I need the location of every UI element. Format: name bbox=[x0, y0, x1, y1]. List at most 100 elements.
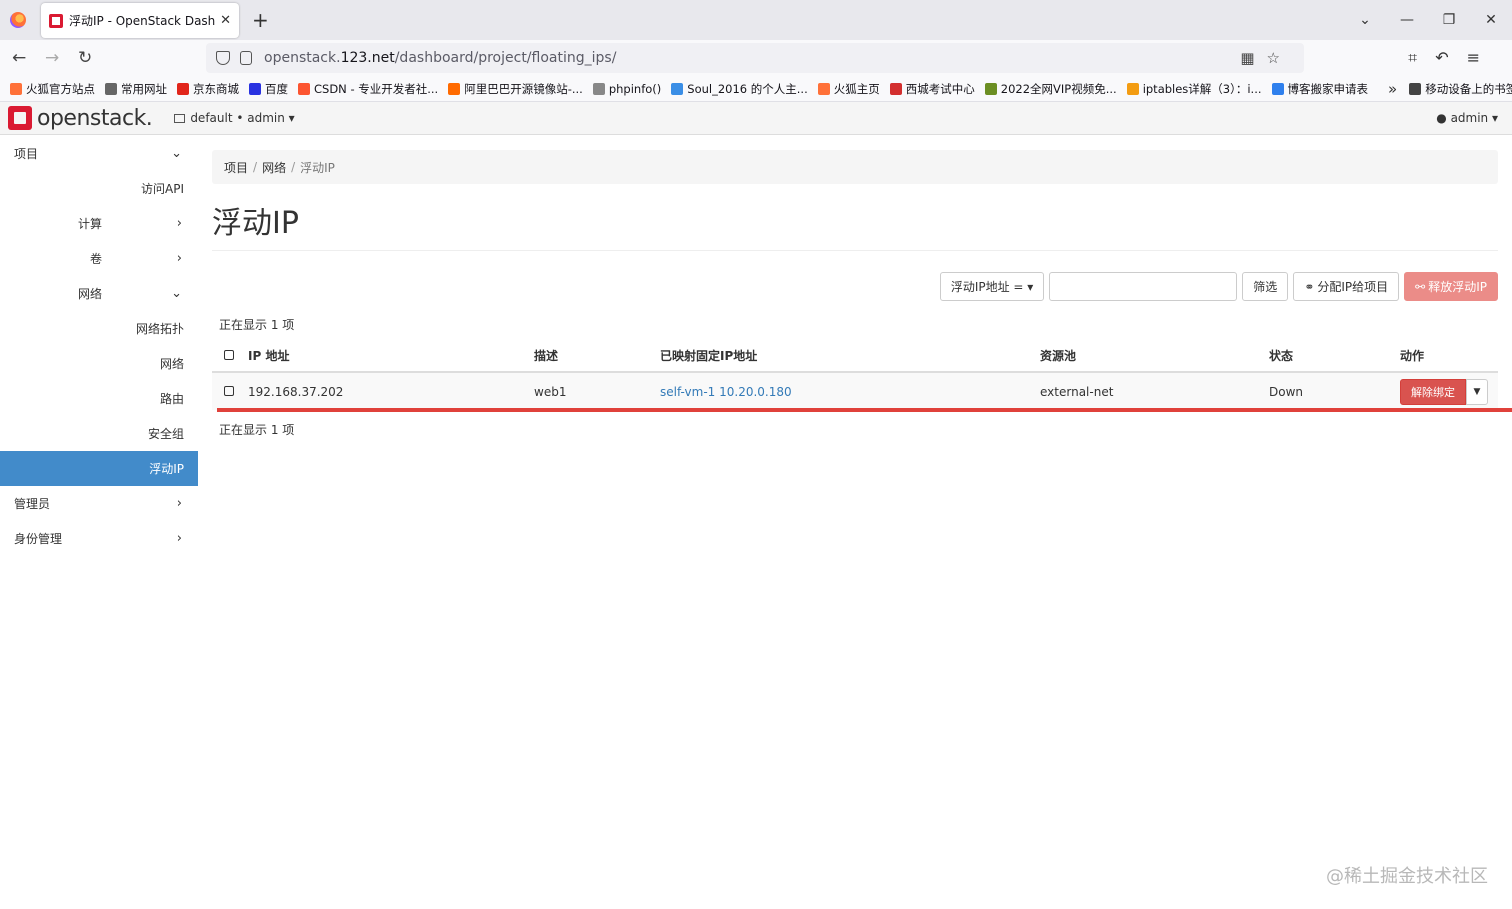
column-header-ip[interactable]: IP 地址 bbox=[248, 340, 534, 373]
tab-list-icon[interactable]: ⌄ bbox=[1344, 12, 1386, 28]
column-header-status[interactable]: 状态 bbox=[1269, 340, 1400, 373]
browser-tab[interactable]: 浮动IP - OpenStack Dashboard ✕ bbox=[41, 3, 239, 38]
restore-icon[interactable]: ❐ bbox=[1428, 12, 1470, 28]
openstack-favicon-icon bbox=[49, 13, 63, 28]
breadcrumb-project[interactable]: 项目 bbox=[224, 159, 248, 176]
filter-button[interactable]: 筛选 bbox=[1242, 272, 1289, 301]
sidebar-item-admin[interactable]: 管理员 › bbox=[0, 486, 198, 521]
bookmark-item[interactable]: 火狐官方站点 bbox=[10, 81, 95, 97]
qr-code-icon[interactable]: ▦ bbox=[1240, 49, 1266, 67]
bookmark-item[interactable]: 常用网址 bbox=[105, 81, 167, 97]
sidebar-item-network[interactable]: 网络 ⌄ bbox=[0, 276, 198, 311]
sidebar-item-networks[interactable]: 网络 bbox=[0, 346, 198, 381]
bookmark-star-icon[interactable]: ☆ bbox=[1267, 49, 1292, 67]
sidebar-item-label: 网络 bbox=[77, 287, 102, 301]
breadcrumb-network[interactable]: 网络 bbox=[262, 159, 286, 176]
select-all-checkbox[interactable] bbox=[224, 349, 234, 360]
url-text[interactable]: openstack.123.net/dashboard/project/floa… bbox=[264, 50, 616, 66]
bookmark-label: 移动设备上的书签 bbox=[1425, 81, 1512, 96]
filter-field-select[interactable]: 浮动IP地址 = ▾ bbox=[939, 272, 1045, 301]
disassociate-button[interactable]: 解除绑定 bbox=[1400, 378, 1466, 405]
bookmark-item[interactable]: 京东商城 bbox=[177, 81, 239, 97]
tab-close-icon[interactable]: ✕ bbox=[220, 13, 231, 28]
bookmark-favicon-icon bbox=[1271, 82, 1284, 95]
openstack-logo[interactable]: openstack. bbox=[8, 106, 153, 131]
bookmark-item[interactable]: phpinfo() bbox=[592, 81, 662, 96]
sidebar-item-label: 访问API bbox=[141, 182, 184, 196]
bookmark-item[interactable]: iptables详解（3）：i... bbox=[1126, 81, 1262, 97]
screenshot-icon[interactable]: ⌗ bbox=[1408, 48, 1435, 67]
new-tab-icon[interactable]: + bbox=[252, 8, 269, 32]
tab-title: 浮动IP - OpenStack Dashboard bbox=[69, 14, 216, 28]
sidebar-item-label: 管理员 bbox=[14, 497, 51, 511]
bookmark-item[interactable]: 百度 bbox=[249, 81, 288, 97]
sidebar-item-compute[interactable]: 计算 › bbox=[0, 206, 198, 241]
bookmarks-bar: 火狐官方站点 常用网址 京东商城 百度 CSDN - 专业开发者社... 阿里巴巴开源镜像… bbox=[0, 76, 1512, 102]
bookmark-item[interactable]: 火狐主页 bbox=[817, 81, 880, 97]
shield-icon[interactable] bbox=[216, 51, 230, 65]
bookmark-item[interactable]: 移动设备上的书签 bbox=[1409, 81, 1512, 97]
bookmark-item[interactable]: Soul_2016 的个人主... bbox=[671, 81, 808, 97]
menu-icon[interactable]: ≡ bbox=[1467, 48, 1498, 67]
cell-pool: external-net bbox=[1040, 372, 1269, 410]
openstack-header: openstack. default • admin ▾ ● admin ▾ bbox=[0, 102, 1512, 135]
bookmark-favicon-icon bbox=[889, 82, 902, 95]
url-bar[interactable]: openstack.123.net/dashboard/project/floa… bbox=[206, 43, 1304, 73]
sidebar-item-label: 网络 bbox=[159, 357, 184, 371]
bookmark-item[interactable]: 2022全网VIP视频免... bbox=[984, 81, 1117, 97]
sidebar-item-identity[interactable]: 身份管理 › bbox=[0, 521, 198, 556]
bookmark-favicon-icon bbox=[177, 82, 189, 95]
bookmark-label: 2022全网VIP视频免... bbox=[1000, 81, 1117, 96]
main-content: 项目 / 网络 / 浮动IP 浮动IP 浮动IP地址 = ▾ 筛选 ⚭ 分配IP给项目… bbox=[212, 150, 1498, 437]
sidebar-item-topology[interactable]: 网络拓扑 bbox=[0, 311, 198, 346]
minimize-icon[interactable]: — bbox=[1386, 12, 1428, 28]
column-header-mapped[interactable]: 已映射固定IP地址 bbox=[660, 340, 1040, 373]
sidebar-item-security-groups[interactable]: 安全组 bbox=[0, 416, 198, 451]
bookmark-item[interactable]: 博客搬家申请表 bbox=[1271, 81, 1369, 97]
sidebar-item-floating-ips[interactable]: 浮动IP bbox=[0, 451, 198, 486]
bookmark-favicon-icon bbox=[817, 82, 830, 95]
chevron-right-icon: › bbox=[176, 496, 182, 511]
project-selector[interactable]: default • admin ▾ bbox=[174, 111, 295, 125]
bookmark-item[interactable]: CSDN - 专业开发者社... bbox=[298, 81, 438, 97]
table-count-top: 正在显示 1 项 bbox=[219, 318, 295, 332]
allocate-ip-button[interactable]: ⚭ 分配IP给项目 bbox=[1293, 272, 1400, 301]
bookmark-label: 火狐主页 bbox=[833, 81, 880, 96]
insecure-lock-icon[interactable] bbox=[240, 51, 252, 65]
release-ip-button[interactable]: ⚯ 释放浮动IP bbox=[1404, 272, 1498, 301]
bookmarks-overflow-icon[interactable]: » bbox=[1388, 80, 1397, 98]
column-header-pool[interactable]: 资源池 bbox=[1040, 340, 1269, 373]
highlight-underline bbox=[217, 408, 1512, 412]
bookmark-item[interactable]: 西城考试中心 bbox=[889, 81, 975, 97]
row-checkbox[interactable] bbox=[224, 385, 234, 396]
sidebar-item-label: 浮动IP bbox=[149, 462, 184, 476]
sidebar-item-routers[interactable]: 路由 bbox=[0, 381, 198, 416]
cell-desc: web1 bbox=[534, 372, 660, 410]
chevron-right-icon: › bbox=[176, 251, 182, 266]
back-icon[interactable]: ← bbox=[12, 48, 26, 68]
sidebar-item-project[interactable]: 项目 ⌄ bbox=[0, 136, 198, 171]
sidebar-item-api[interactable]: 访问API bbox=[0, 171, 198, 206]
cell-ip: 192.168.37.202 bbox=[248, 372, 534, 410]
bookmark-label: phpinfo() bbox=[608, 81, 662, 96]
bookmark-label: 博客搬家申请表 bbox=[1287, 81, 1369, 96]
reload-icon[interactable]: ↻ bbox=[78, 48, 92, 68]
forward-icon[interactable]: → bbox=[45, 48, 59, 68]
browser-tabbar: 浮动IP - OpenStack Dashboard ✕ + ⌄ — ❐ ✕ bbox=[0, 0, 1512, 40]
sidebar: 项目 ⌄ 访问API 计算 › 卷 › 网络 ⌄ 网络拓扑 网络 路由 安全组 浮动IP… bbox=[0, 136, 198, 556]
sidebar-item-label: 身份管理 bbox=[14, 532, 63, 546]
undo-icon[interactable]: ↶ bbox=[1435, 48, 1466, 67]
bookmark-favicon-icon bbox=[105, 82, 117, 95]
cell-mapped-link[interactable]: self-vm-1 10.20.0.180 bbox=[660, 385, 792, 399]
column-header-desc[interactable]: 描述 bbox=[534, 340, 660, 373]
filter-input[interactable] bbox=[1049, 272, 1238, 301]
chevron-down-icon: ⌄ bbox=[171, 286, 182, 301]
close-window-icon[interactable]: ✕ bbox=[1470, 12, 1512, 28]
caret-down-icon[interactable]: ▼ bbox=[1466, 378, 1488, 405]
bookmark-item[interactable]: 阿里巴巴开源镜像站-... bbox=[448, 81, 583, 97]
bookmark-label: Soul_2016 的个人主... bbox=[687, 81, 808, 96]
breadcrumb: 项目 / 网络 / 浮动IP bbox=[212, 150, 1498, 184]
sidebar-item-volumes[interactable]: 卷 › bbox=[0, 241, 198, 276]
user-menu[interactable]: ● admin ▾ bbox=[1436, 111, 1498, 125]
sidebar-item-label: 路由 bbox=[159, 392, 184, 406]
